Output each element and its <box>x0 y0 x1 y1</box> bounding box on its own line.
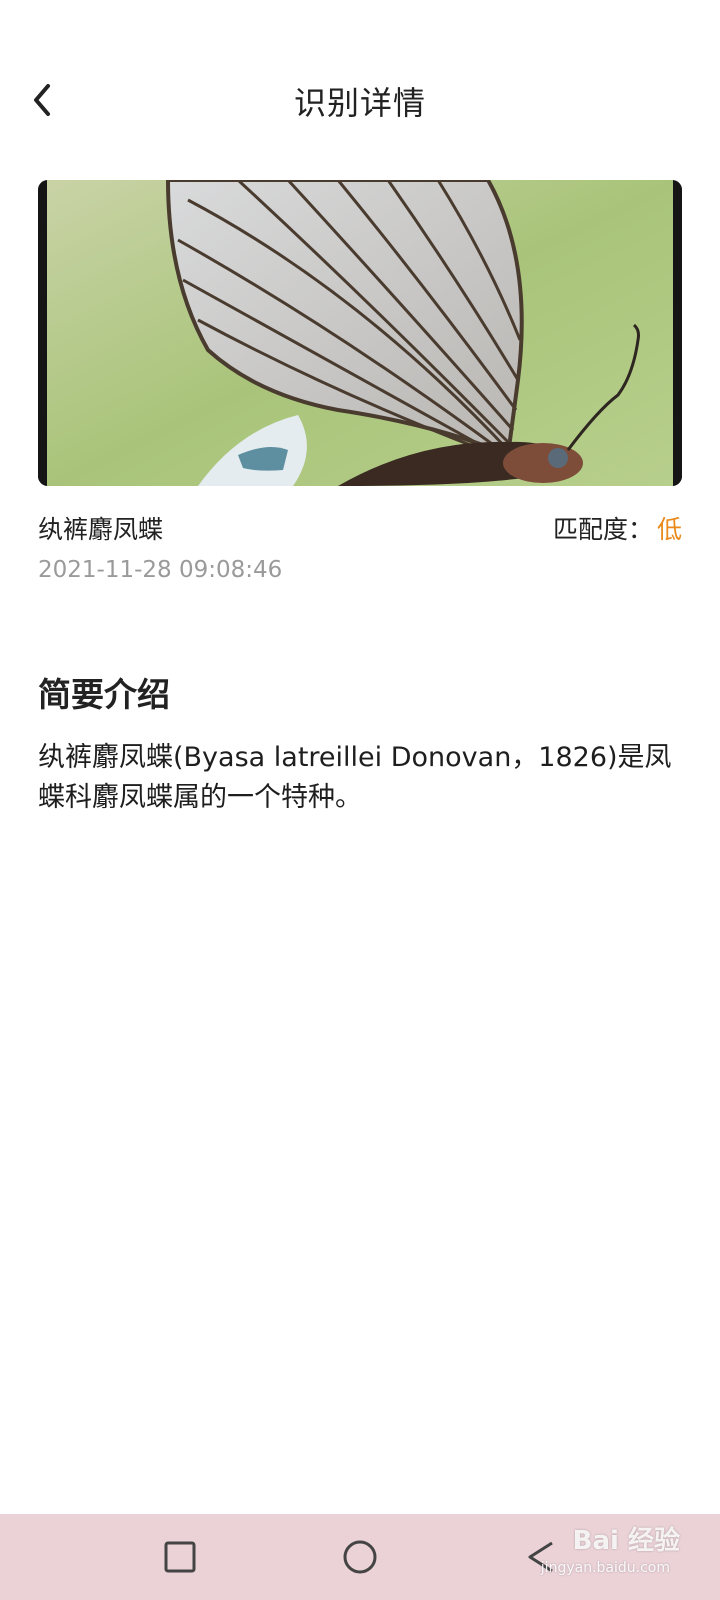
baidu-watermark-url: jingyan.baidu.com <box>540 1560 670 1576</box>
square-recents-icon <box>164 1541 196 1573</box>
circle-home-icon <box>343 1540 377 1574</box>
header: 识别详情 <box>0 60 720 140</box>
home-button[interactable] <box>337 1534 383 1580</box>
identification-detail-page: 识别详情 纨裤麝凤蝶 匹配度： 低 2021-11-28 09:08:46 简要… <box>0 0 720 1600</box>
page-title: 识别详情 <box>293 84 426 122</box>
match-score: 匹配度： 低 <box>553 510 682 546</box>
recents-button[interactable] <box>157 1534 203 1580</box>
timestamp: 2021-11-28 09:08:46 <box>38 557 283 583</box>
butterfly-photo[interactable] <box>38 180 682 486</box>
butterfly-image <box>38 180 682 486</box>
baidu-watermark: Bai 经验 <box>572 1526 680 1556</box>
species-name: 纨裤麝凤蝶 <box>38 515 164 544</box>
section-title: 简要介绍 <box>38 675 170 714</box>
match-value: 低 <box>656 515 682 544</box>
intro-text: 纨裤麝凤蝶(Byasa latreillei Donovan，1826)是凤蝶科… <box>38 742 672 813</box>
match-label: 匹配度： <box>552 515 653 544</box>
